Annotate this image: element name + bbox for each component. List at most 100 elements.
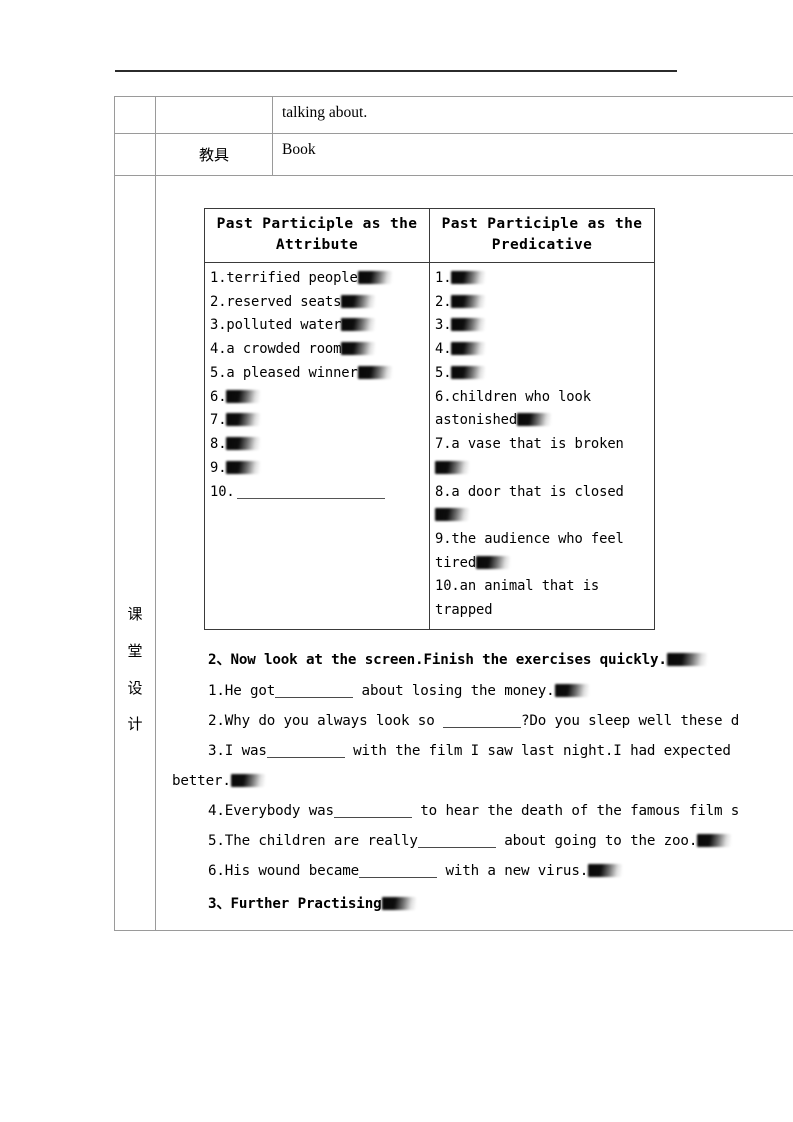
exercise-item-number: 2.: [208, 712, 225, 729]
grammar-header-predicative-cell: Past Participle as the Predicative: [429, 207, 655, 264]
redaction-mark: [697, 833, 732, 847]
list-item-number: 6.: [435, 388, 452, 405]
exercise-heading-text: Now look at the screen.Finish the exerci…: [230, 651, 667, 668]
redaction-mark: [517, 413, 552, 427]
redaction-mark: [357, 365, 392, 379]
redaction-mark: [226, 460, 261, 474]
list-item: 1.terrified people: [210, 267, 426, 291]
list-item-number: 6.: [210, 388, 227, 405]
spine-char-3: 设: [127, 678, 143, 697]
tools-label-text: 教具: [198, 146, 229, 164]
list-item-number: 3.: [435, 317, 452, 334]
exercise-item-list: 1.He got about losing the money. 2.Why do…: [172, 676, 793, 886]
answer-blank: [266, 756, 345, 758]
list-item: 2.reserved seats: [210, 291, 426, 315]
redaction-mark: [554, 683, 589, 697]
list-item: 3.polluted water: [210, 314, 426, 338]
spine-char-2: 堂: [127, 641, 143, 660]
redaction-mark: [226, 413, 261, 427]
exercise-item-number: 6.: [208, 862, 225, 879]
exercise-item-text-after: with the film I saw last night.I had exp…: [344, 742, 731, 759]
list-item-number: 8.: [210, 436, 227, 453]
exercise-item-text-after: about losing the money.: [353, 682, 555, 699]
grammar-body-predicative-cell: 1. 2. 3. 4. 5. 6.children who look astonished…: [429, 262, 655, 630]
redaction-mark: [435, 508, 469, 522]
spine-char-4: 计: [127, 715, 143, 734]
exercise-item-text-after: ?Do you sleep well these d: [520, 712, 740, 729]
list-item: 5.: [435, 362, 651, 386]
redaction-mark: [451, 342, 486, 356]
exercise-item: 3.I was with the film I saw last night.I…: [172, 736, 793, 766]
list-item: 4.a crowded room: [210, 338, 426, 362]
answer-blank: [442, 726, 521, 728]
content-cell-talking-about: talking about.: [272, 96, 793, 134]
spine-char-1: 课: [127, 605, 143, 623]
list-item: 3.: [435, 314, 651, 338]
list-item-number: 2.: [435, 293, 452, 310]
classroom-design-body: Past Participle as the Attribute Past Pa…: [156, 176, 793, 930]
redaction-mark: [451, 271, 486, 285]
list-item-number: 10.: [435, 578, 460, 595]
exercise-item-text-before: The children are really: [224, 832, 418, 849]
exercise-item: 1.He got about losing the money.: [172, 676, 793, 706]
list-item: 2.: [435, 291, 651, 315]
exercise-item-text-before: Everybody was: [224, 802, 334, 819]
grammar-table-body-row: 1.terrified people 2.reserved seats 3.poll…: [204, 262, 655, 630]
redaction-mark: [588, 863, 623, 877]
classroom-design-spine-cell: 课 堂 设 计: [114, 175, 156, 931]
attribute-item-list: 1.terrified people 2.reserved seats 3.poll…: [205, 263, 429, 510]
classroom-design-content-cell: Past Participle as the Attribute Past Pa…: [155, 175, 793, 931]
redaction-mark: [230, 773, 265, 787]
list-item-number: 1.: [435, 270, 452, 287]
list-item-text: reserved seats: [226, 293, 342, 310]
further-heading-number: 3、: [208, 895, 231, 912]
list-item: 6.children who look astonished: [435, 386, 651, 433]
list-item-number: 4.: [435, 341, 452, 358]
redaction-mark: [666, 652, 707, 666]
redaction-mark: [381, 896, 416, 910]
spine-cell-empty-2: [114, 133, 156, 176]
tools-value-text: Book: [282, 141, 316, 158]
answer-blank: [417, 846, 496, 848]
exercise-item-text-after: to hear the death of the famous film s: [411, 802, 740, 819]
redaction-mark: [357, 271, 392, 285]
classroom-design-vertical-label: 课 堂 设 计: [115, 176, 155, 743]
grammar-header-attribute-cell: Past Participle as the Attribute: [204, 207, 430, 264]
list-item-text: the audience who feel tired: [435, 530, 624, 571]
exercise-item-text-before: I was: [224, 742, 267, 759]
content-cell-tools: Book: [272, 133, 793, 176]
exercise-section-heading: 2、Now look at the screen.Finish the exer…: [172, 642, 793, 676]
answer-blank: [275, 696, 354, 698]
exercise-item-text-after: with a new virus.: [437, 862, 589, 879]
list-item: 9.: [210, 457, 426, 481]
spine-cell-empty: [114, 96, 156, 134]
redaction-mark: [451, 365, 486, 379]
table-row-talking-about: talking about.: [114, 96, 793, 134]
tools-label-cell: 教具: [155, 133, 273, 176]
redaction-mark: [451, 294, 486, 308]
list-item-number: 5.: [435, 364, 452, 381]
grammar-header-predicative: Past Participle as the Predicative: [441, 216, 643, 254]
list-item: 5.a pleased winner: [210, 362, 426, 386]
exercise-item: 4.Everybody was to hear the death of the…: [172, 796, 793, 826]
list-item: 9.the audience who feel tired: [435, 528, 651, 575]
predicative-item-list: 1. 2. 3. 4. 5. 6.children who look astonished…: [430, 263, 654, 629]
list-item: 6.: [210, 386, 426, 410]
list-item: 7.a vase that is broken: [435, 433, 651, 480]
exercise-item-text-after: about going to the zoo.: [495, 832, 698, 849]
further-heading-text: Further Practising: [230, 895, 382, 912]
list-item: 4.: [435, 338, 651, 362]
lesson-plan-table: talking about. 教具 Book 课 堂 设 计 Past Part…: [114, 96, 793, 931]
exercise-item-number: 1.: [208, 682, 225, 699]
list-item-text: children who look astonished: [435, 388, 591, 429]
grammar-body-attribute-cell: 1.terrified people 2.reserved seats 3.poll…: [204, 262, 430, 630]
answer-blank: [359, 876, 438, 878]
redaction-mark: [451, 318, 486, 332]
exercise-item-text-before: Why do you always look so: [224, 712, 443, 729]
grammar-header-attribute: Past Participle as the Attribute: [216, 216, 418, 254]
page-header-rule: [115, 70, 677, 72]
list-item-number: 10.: [210, 483, 235, 500]
list-item-number: 9.: [435, 530, 452, 547]
list-item-text: a vase that is broken: [451, 436, 624, 453]
list-item-number: 7.: [210, 412, 227, 429]
